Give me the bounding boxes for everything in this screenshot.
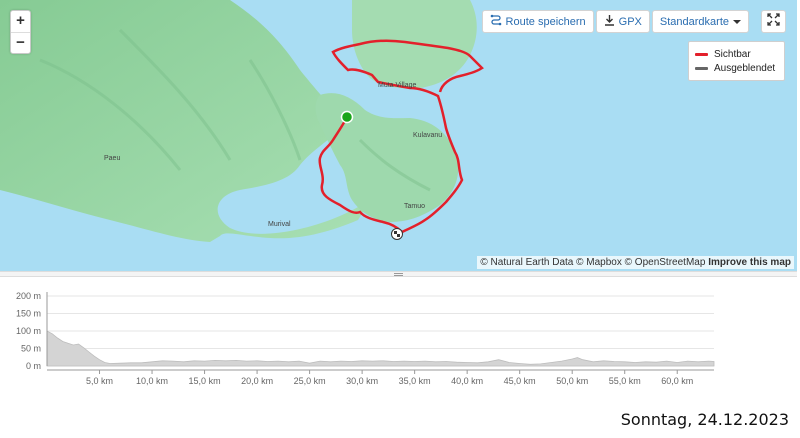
x-tick-label: 20,0 km bbox=[241, 376, 273, 386]
place-label: Paeu bbox=[104, 155, 121, 162]
route-legend: Sichtbar Ausgeblendet bbox=[688, 41, 785, 81]
save-route-button[interactable]: Route speichern bbox=[481, 10, 594, 33]
x-tick-label: 60,0 km bbox=[661, 376, 693, 386]
y-tick-label: 150 m bbox=[16, 309, 41, 319]
y-tick-label: 200 m bbox=[16, 291, 41, 301]
x-tick-label: 45,0 km bbox=[504, 376, 536, 386]
place-label: Tamuo bbox=[404, 203, 426, 210]
legend-swatch bbox=[695, 66, 708, 70]
route-icon bbox=[490, 14, 502, 29]
x-tick-label: 25,0 km bbox=[294, 376, 326, 386]
map-attribution: © Natural Earth Data © Mapbox © OpenStre… bbox=[477, 256, 794, 269]
zoom-out-button[interactable]: − bbox=[11, 32, 30, 53]
y-tick-label: 50 m bbox=[21, 344, 41, 354]
x-tick-label: 40,0 km bbox=[451, 376, 483, 386]
x-tick-label: 30,0 km bbox=[346, 376, 378, 386]
improve-map-link[interactable]: Improve this map bbox=[708, 257, 791, 268]
footer-date: Sonntag, 24.12.2023 bbox=[620, 410, 789, 429]
map-terrain bbox=[0, 0, 484, 242]
elevation-profile[interactable]: 200 m 150 m 100 m 50 m 0 m 5,0 km 10,0 km 15,0 … bbox=[0, 278, 797, 388]
route-map[interactable]: Paeu Murival Kulavanu Tamuo Muta Village… bbox=[0, 0, 797, 271]
y-tick-label: 0 m bbox=[26, 361, 41, 371]
download-icon bbox=[604, 14, 615, 29]
attribution-text: © Natural Earth Data © Mapbox © OpenStre… bbox=[480, 257, 706, 268]
save-route-label: Route speichern bbox=[505, 15, 586, 28]
legend-label: Sichtbar bbox=[714, 48, 751, 60]
legend-item-visible[interactable]: Sichtbar bbox=[695, 47, 778, 61]
legend-swatch bbox=[695, 52, 708, 56]
place-label: Kulavanu bbox=[413, 132, 443, 139]
legend-label: Ausgeblendet bbox=[714, 62, 776, 74]
drag-handle-icon[interactable] bbox=[394, 273, 403, 276]
gpx-label: GPX bbox=[618, 15, 642, 28]
caret-down-icon bbox=[733, 16, 741, 28]
x-tick-label: 35,0 km bbox=[399, 376, 431, 386]
x-tick-label: 55,0 km bbox=[609, 376, 641, 386]
x-tick-label: 10,0 km bbox=[136, 376, 168, 386]
panel-resize-divider[interactable] bbox=[0, 271, 797, 277]
x-tick-label: 50,0 km bbox=[556, 376, 588, 386]
fullscreen-button[interactable] bbox=[761, 10, 786, 33]
y-tick-label: 100 m bbox=[16, 326, 41, 336]
zoom-control: + − bbox=[10, 10, 31, 54]
start-marker bbox=[340, 110, 354, 124]
place-label: Murival bbox=[268, 221, 291, 228]
gpx-download-button[interactable]: GPX bbox=[595, 10, 650, 33]
zoom-in-button[interactable]: + bbox=[11, 11, 30, 32]
map-style-dropdown[interactable]: Standardkarte bbox=[651, 10, 749, 33]
map-style-label: Standardkarte bbox=[659, 15, 729, 28]
x-tick-label: 5,0 km bbox=[86, 376, 113, 386]
fullscreen-icon bbox=[767, 12, 780, 31]
place-label: Muta Village bbox=[378, 82, 417, 89]
finish-marker bbox=[391, 228, 403, 240]
legend-item-hidden[interactable]: Ausgeblendet bbox=[695, 61, 778, 75]
x-tick-label: 15,0 km bbox=[189, 376, 221, 386]
map-toolbar: Route speichern GPX Standardkarte bbox=[481, 10, 749, 33]
